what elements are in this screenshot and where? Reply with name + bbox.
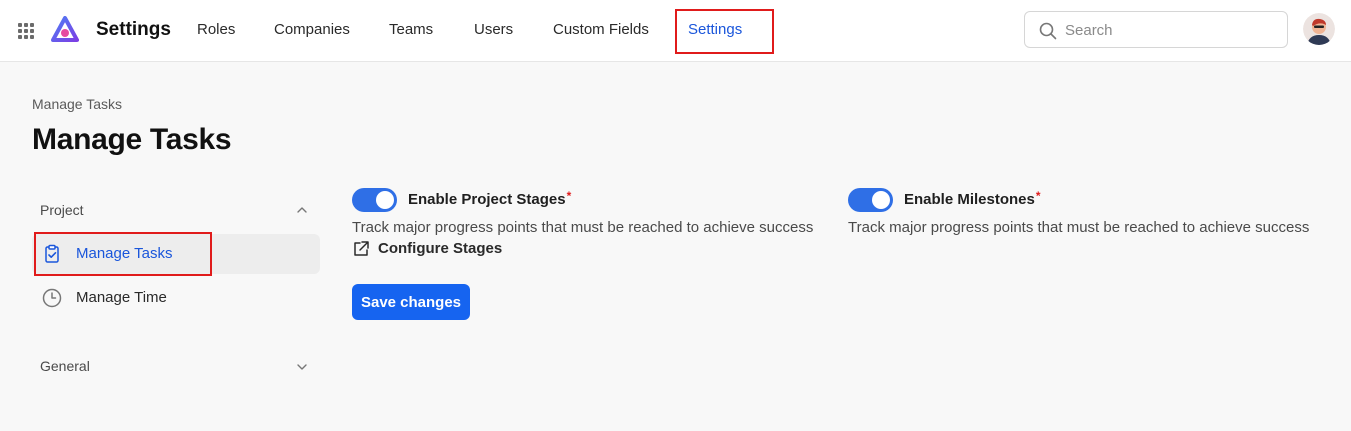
project-stages-toggle[interactable] bbox=[352, 188, 397, 212]
user-avatar[interactable] bbox=[1303, 13, 1335, 45]
toggle-knob bbox=[376, 191, 394, 209]
project-stages-label: Enable Project Stages* bbox=[408, 189, 572, 208]
chevron-down-icon[interactable] bbox=[296, 361, 308, 373]
nav-settings-highlight-box bbox=[675, 9, 774, 54]
search-box[interactable] bbox=[1024, 11, 1288, 48]
search-icon bbox=[1039, 22, 1057, 40]
page-title: Manage Tasks bbox=[32, 123, 232, 156]
toggle-knob bbox=[872, 191, 890, 209]
sidebar-section-general[interactable]: General bbox=[40, 357, 90, 375]
sidebar-section-project[interactable]: Project bbox=[40, 201, 84, 219]
milestones-toggle[interactable] bbox=[848, 188, 893, 212]
project-stages-description: Track major progress points that must be… bbox=[352, 219, 814, 236]
milestones-description: Track major progress points that must be… bbox=[848, 219, 1310, 236]
sidebar-highlight-box bbox=[34, 232, 212, 276]
search-input[interactable] bbox=[1065, 19, 1275, 41]
breadcrumb[interactable]: Manage Tasks bbox=[32, 96, 122, 112]
chevron-up-icon[interactable] bbox=[296, 204, 308, 216]
grid-icon[interactable] bbox=[18, 23, 34, 39]
configure-stages-label: Configure Stages bbox=[378, 240, 503, 257]
nav-teams[interactable]: Teams bbox=[389, 21, 433, 39]
app-logo-icon[interactable] bbox=[51, 16, 79, 44]
sidebar-item-label: Manage Time bbox=[76, 289, 167, 306]
top-navigation-bar: Settings Roles Companies Teams Users Cus… bbox=[0, 0, 1351, 62]
nav-users[interactable]: Users bbox=[474, 21, 513, 39]
nav-roles[interactable]: Roles bbox=[197, 21, 235, 39]
external-link-icon bbox=[354, 241, 369, 256]
nav-companies[interactable]: Companies bbox=[274, 21, 350, 39]
save-changes-button[interactable]: Save changes bbox=[352, 284, 470, 320]
sidebar-item-manage-time[interactable]: Manage Time bbox=[32, 278, 320, 318]
nav-custom-fields[interactable]: Custom Fields bbox=[553, 21, 649, 39]
clock-icon bbox=[42, 288, 62, 308]
milestones-label: Enable Milestones* bbox=[904, 189, 1041, 208]
app-title: Settings bbox=[96, 19, 171, 40]
